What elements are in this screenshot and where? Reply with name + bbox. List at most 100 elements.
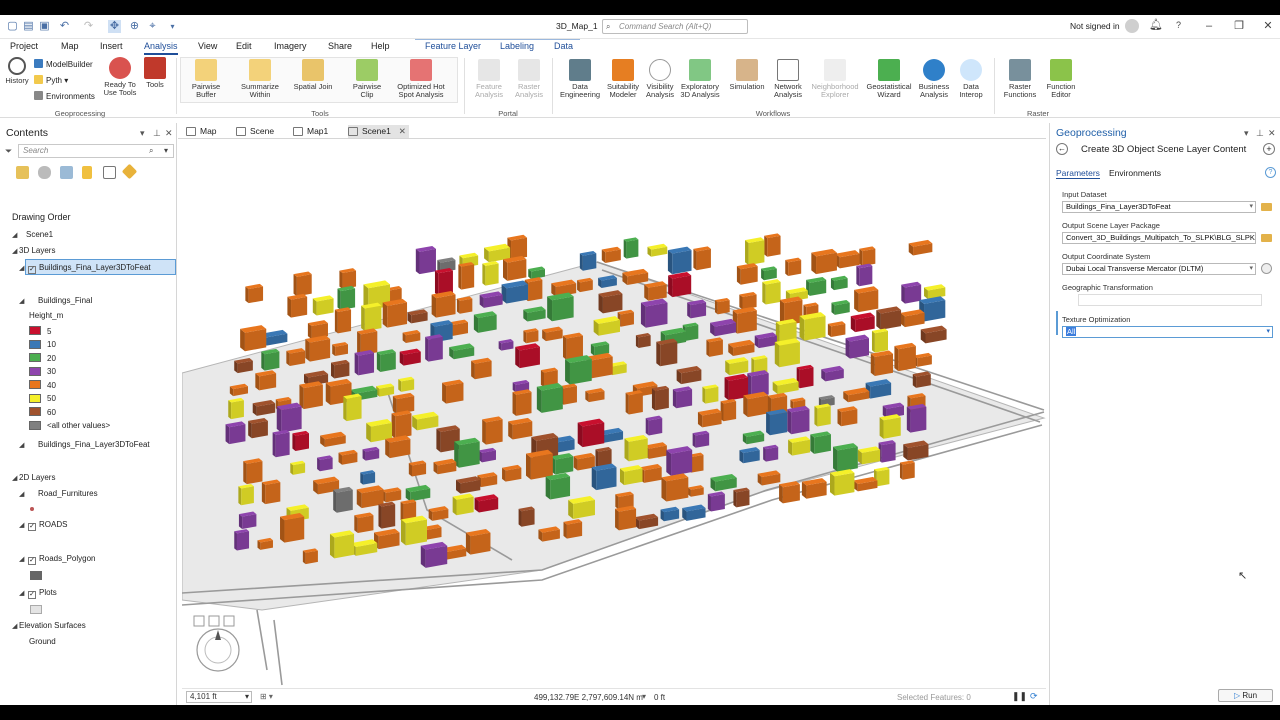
legend-swatch[interactable] [29,326,41,335]
simulation-button[interactable]: Simulation [726,59,768,91]
legend-swatch[interactable] [29,407,41,416]
expand-caret-icon[interactable]: ◢ [12,247,17,255]
view-tab-map[interactable]: Map [186,125,217,138]
redo-icon[interactable]: ↷ [82,20,95,33]
scene-view[interactable] [182,140,1046,688]
tab-map[interactable]: Map [61,40,79,53]
help-icon[interactable]: ? [1176,20,1181,30]
tools-button[interactable]: Tools [142,57,168,89]
network-analysis-button[interactable]: Network Analysis [768,59,808,99]
scene-node[interactable]: Scene1 [26,230,53,240]
expand-caret-icon[interactable]: ◢ [19,297,24,305]
layer-plots[interactable]: ✓ Plots [28,588,57,599]
close-tab-icon[interactable]: ✕ [399,125,406,138]
feature-analysis-button[interactable]: Feature Analysis [470,59,508,99]
spatial-join-button[interactable]: Spatial Join [292,59,334,91]
tab-analysis[interactable]: Analysis [144,40,178,55]
suitability-modeler-button[interactable]: Suitability Modeler [603,59,643,99]
layer-buildings-3dtofeat[interactable]: Buildings_Fina_Layer3DToFeat [38,440,150,450]
legend-swatch[interactable] [29,339,41,349]
view-tab-scene1[interactable]: Scene1 ✕ [348,125,409,138]
expand-caret-icon[interactable]: ◢ [19,589,24,597]
3d-city-scene[interactable] [182,140,1046,688]
back-arrow-icon[interactable]: ← [1056,143,1068,155]
pin-icon[interactable]: ⊥ [153,128,161,139]
3d-layers-group[interactable]: 3D Layers [19,246,55,256]
raster-functions-button[interactable]: Raster Functions [998,59,1042,99]
output-cs-field[interactable]: Dubai Local Transverse Mercator (DLTM) ▾ [1062,263,1256,275]
tab-help[interactable]: Help [371,40,390,53]
layer-road-furnitures[interactable]: Road_Furnitures [38,489,98,499]
navigate-mode-icon[interactable] [223,615,235,627]
python-button[interactable]: Pyth ▾ [34,75,68,86]
tab-labeling[interactable]: Labeling [500,40,534,53]
pairwise-buffer-button[interactable]: Pairwise Buffer [184,59,228,99]
run-button[interactable]: ▷ Run [1218,689,1273,702]
browse-folder-icon[interactable] [1261,234,1272,242]
business-analysis-button[interactable]: Business Analysis [914,59,954,99]
scale-selector[interactable]: 4,101 ft ▾ [186,691,252,703]
pin-icon[interactable]: ⊥ [1256,128,1264,139]
list-by-selection-icon[interactable] [60,166,73,179]
legend-swatch[interactable] [29,366,41,376]
zoom-icon[interactable]: ⊕ [128,20,141,33]
pause-drawing-icon[interactable]: ❚❚ [1012,691,1027,702]
pane-options-icon[interactable]: ▾ [1244,128,1249,139]
expand-caret-icon[interactable]: ◢ [19,441,24,449]
view-tab-scene[interactable]: Scene [236,125,274,138]
select-tool-icon[interactable]: ⌖ [146,20,159,33]
expand-caret-icon[interactable]: ◢ [12,622,17,630]
refresh-icon[interactable]: ⟳ [1030,691,1038,702]
expand-caret-icon[interactable]: ◢ [19,555,24,563]
expand-caret-icon[interactable]: ◢ [12,231,17,239]
close-window-icon[interactable]: ✕ [1258,18,1278,34]
visibility-checkbox[interactable]: ✓ [28,591,36,599]
output-package-field[interactable]: Convert_3D_Buildings_Multipatch_To_SLPK\… [1062,232,1256,244]
neighborhood-explorer-button[interactable]: Neighborhood Explorer [808,59,862,99]
tab-edit[interactable]: Edit [236,40,252,53]
list-by-data-source-icon[interactable] [38,166,51,179]
close-pane-icon[interactable]: ✕ [165,128,173,139]
selected-features-count[interactable]: Selected Features: 0 [897,693,971,702]
minimize-icon[interactable]: – [1199,18,1219,34]
ground-surface[interactable]: Ground [29,637,56,647]
tab-insert[interactable]: Insert [100,40,123,53]
layer-roads[interactable]: ✓ ROADS [28,520,67,531]
pairwise-clip-button[interactable]: Pairwise Clip [346,59,388,99]
open-project-icon[interactable]: ▤ [22,20,35,33]
expand-caret-icon[interactable]: ◢ [19,264,24,272]
data-engineering-button[interactable]: Data Engineering [560,59,600,99]
coordinate-dropdown-icon[interactable]: ▾ [642,692,646,701]
up-arrow-icon[interactable] [193,615,205,627]
layer-roads-polygon[interactable]: ✓ Roads_Polygon [28,554,95,565]
new-project-icon[interactable]: ▢ [6,20,19,33]
legend-swatch[interactable] [29,393,41,403]
tab-project[interactable]: Project [10,40,38,53]
sign-in-status[interactable]: Not signed in [1070,21,1120,31]
expand-caret-icon[interactable]: ◢ [19,490,24,498]
chevron-down-icon[interactable]: ▾ [164,145,168,157]
help-icon[interactable]: ? [1265,167,1276,178]
data-interop-button[interactable]: Data Interop [952,59,990,99]
geostatistical-wizard-button[interactable]: Geostatistical Wizard [864,59,914,99]
undo-icon[interactable]: ↶ [58,20,71,33]
function-editor-button[interactable]: Function Editor [1042,59,1080,99]
layer-buildings-fina-selected[interactable]: ✓ Buildings_Fina_Layer3DToFeat [28,263,151,274]
add-icon[interactable]: + [1263,143,1275,155]
close-pane-icon[interactable]: ✕ [1268,128,1276,139]
explore-tool-icon[interactable]: ✥ [108,20,121,33]
tab-data[interactable]: Data [554,40,573,53]
view-tab-map1[interactable]: Map1 [293,125,328,138]
list-by-snapping-icon[interactable] [103,166,116,179]
visibility-checkbox[interactable]: ✓ [28,523,36,531]
visibility-analysis-button[interactable]: Visibility Analysis [643,59,677,99]
visibility-checkbox[interactable]: ✓ [28,557,36,565]
list-by-drawing-order-icon[interactable] [16,166,29,179]
notifications-bell-icon[interactable]: 🔔︎ [1149,18,1163,31]
history-button[interactable]: History [4,57,30,85]
filter-icon[interactable]: ⏷ [5,146,12,157]
exploratory-3d-button[interactable]: Exploratory 3D Analysis [677,59,723,99]
tab-parameters[interactable]: Parameters [1056,168,1100,179]
visibility-checkbox[interactable]: ✓ [28,266,36,274]
tab-feature-layer[interactable]: Feature Layer [425,40,481,53]
